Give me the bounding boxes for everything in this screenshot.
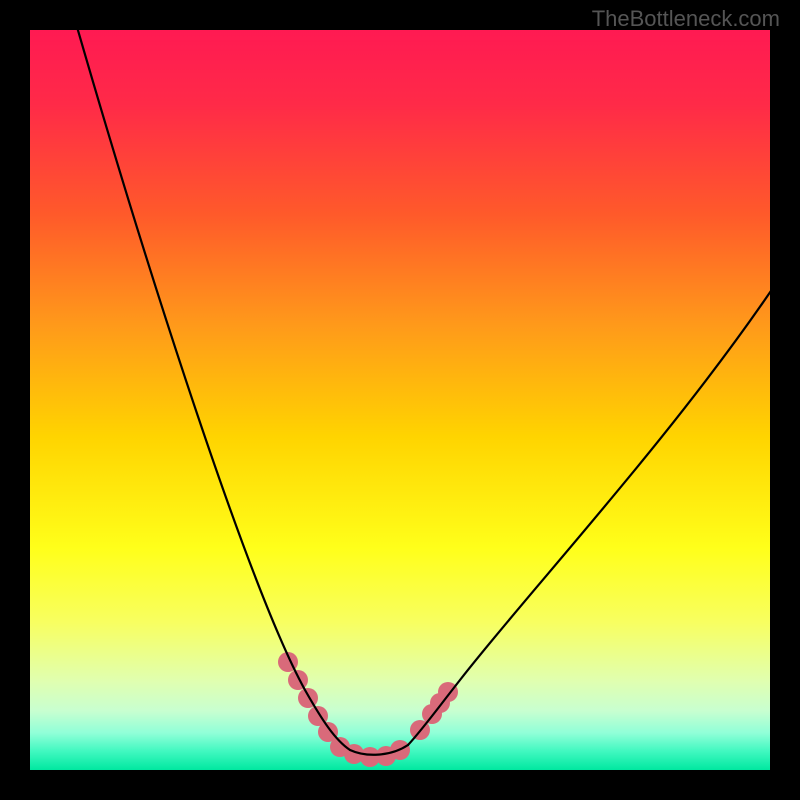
highlight-dot [288,670,308,690]
bottleneck-curve-right [408,285,770,745]
highlight-dot [298,688,318,708]
plot-area [30,30,770,770]
watermark-text: TheBottleneck.com [592,6,780,32]
curve-layer [30,30,770,770]
bottleneck-curve-left [75,30,350,750]
highlight-dots-group [278,652,458,767]
curves-group [75,30,770,755]
chart-frame: TheBottleneck.com [0,0,800,800]
